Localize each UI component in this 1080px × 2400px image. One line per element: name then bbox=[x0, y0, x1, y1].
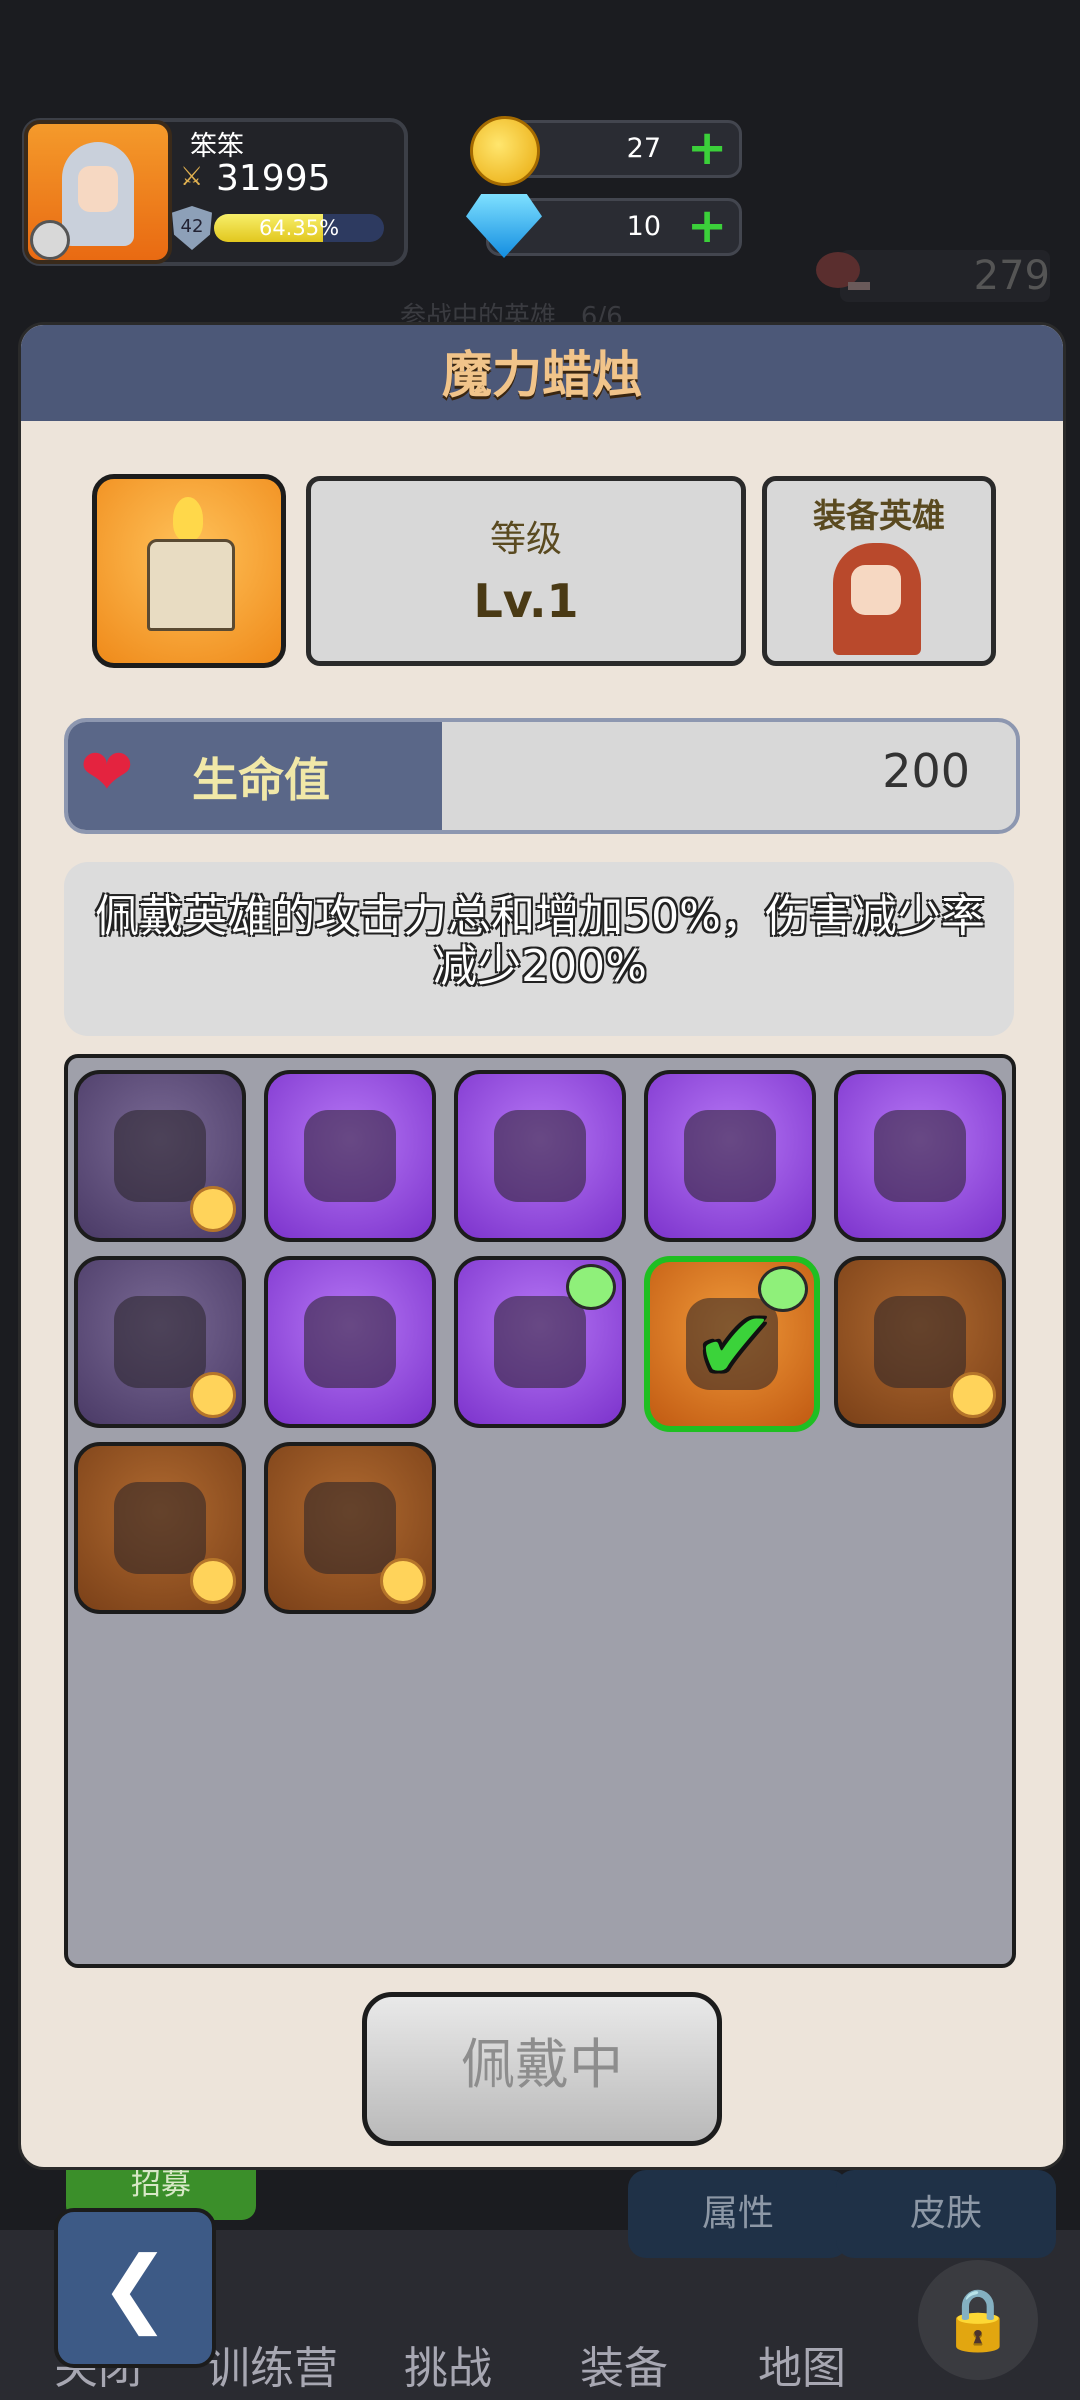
hero-chibi-icon bbox=[190, 1558, 236, 1604]
selected-check-icon: ✔ bbox=[694, 1290, 776, 1402]
heart-icon: ❤ bbox=[80, 736, 134, 810]
modal-title: 魔力蜡烛 bbox=[442, 346, 642, 404]
gold-ring-icon bbox=[304, 1296, 396, 1388]
player-avatar[interactable] bbox=[24, 120, 172, 264]
crossed-swords-icon: ⚔ bbox=[180, 162, 204, 192]
meat-value: 279 bbox=[973, 253, 1050, 299]
level-label: 等级 bbox=[489, 519, 562, 560]
hp-stat-value: 200 bbox=[882, 744, 970, 798]
hero-face bbox=[851, 565, 901, 615]
coin-value: 27 bbox=[626, 133, 661, 164]
magic-candle-item-icon bbox=[92, 474, 286, 668]
back-button[interactable]: ❮ bbox=[54, 2208, 216, 2368]
spiked-claw-icon bbox=[874, 1110, 966, 1202]
arrow-quiver-icon bbox=[494, 1296, 586, 1388]
leaf-bracer-icon bbox=[874, 1296, 966, 1388]
level-value: Lv.1 bbox=[473, 574, 579, 628]
equipment-slot-magic-candle[interactable]: ✔ bbox=[644, 1256, 820, 1432]
equipment-slot-gold-ring[interactable] bbox=[264, 1256, 436, 1428]
nav-challenge[interactable]: 挑战 bbox=[404, 2332, 492, 2396]
gem-value: 10 bbox=[626, 211, 661, 242]
candle-flame-icon bbox=[173, 497, 203, 541]
tab-attributes[interactable]: 属性 bbox=[628, 2170, 848, 2258]
equipment-slot-leaf-bracer[interactable] bbox=[834, 1256, 1006, 1428]
add-coins-plus-icon[interactable]: + bbox=[687, 124, 727, 172]
hero-chibi-icon bbox=[380, 1558, 426, 1604]
tab-attributes-label: 属性 bbox=[701, 2193, 774, 2234]
level-box bbox=[306, 476, 746, 666]
equip-hero-label: 装备英雄 bbox=[813, 496, 945, 535]
tab-skins[interactable]: 皮肤 bbox=[836, 2170, 1056, 2258]
nav-training-camp[interactable]: 训练营 bbox=[206, 2332, 338, 2396]
tab-skins-label: 皮肤 bbox=[909, 2193, 982, 2234]
equipment-slot-fur-boot[interactable] bbox=[264, 1070, 436, 1242]
item-description: 佩戴英雄的攻击力总和增加50%，伤害减少率减少200% bbox=[95, 891, 985, 992]
nav-equipment[interactable]: 装备 bbox=[580, 2332, 668, 2396]
green-claw-icon bbox=[684, 1110, 776, 1202]
equipment-slot-green-claw[interactable] bbox=[644, 1070, 816, 1242]
avatar-face bbox=[78, 166, 118, 212]
hero-chibi-icon bbox=[190, 1372, 236, 1418]
hero-chibi-icon bbox=[950, 1372, 996, 1418]
stone-gauntlet-icon bbox=[114, 1110, 206, 1202]
xp-percent: 64.35% bbox=[258, 216, 340, 240]
candle-icon bbox=[147, 539, 235, 631]
hp-stat-label: 生命值 bbox=[192, 753, 330, 807]
wearing-button[interactable]: 佩戴中 bbox=[362, 1992, 722, 2146]
green-wing-icon bbox=[566, 1264, 616, 1310]
equipment-slot-sword-stand[interactable] bbox=[264, 1442, 436, 1614]
meat-icon bbox=[808, 246, 878, 302]
add-gems-plus-icon[interactable]: + bbox=[687, 202, 727, 250]
equipment-slot-stone-gauntlet[interactable] bbox=[74, 1070, 246, 1242]
equipment-slot-spiked-belt[interactable] bbox=[74, 1442, 246, 1614]
nav-map[interactable]: 地图 bbox=[758, 2332, 846, 2396]
player-power: 31995 bbox=[216, 158, 331, 199]
fur-boot-icon bbox=[304, 1110, 396, 1202]
equipment-slot-arrow-quiver[interactable] bbox=[454, 1256, 626, 1428]
locked-feature-lock-icon[interactable]: 🔒 bbox=[918, 2260, 1038, 2380]
equipment-slot-jeweled-ring[interactable] bbox=[454, 1070, 626, 1242]
jeweled-ring-icon bbox=[494, 1110, 586, 1202]
equipment-slot-dark-cloak[interactable] bbox=[74, 1256, 246, 1428]
hero-chibi-icon bbox=[190, 1186, 236, 1232]
gold-coin-icon bbox=[470, 116, 540, 186]
equipped-hero-box[interactable]: 装备英雄 bbox=[762, 476, 996, 666]
spiked-belt-icon bbox=[114, 1482, 206, 1574]
wearing-button-label: 佩戴中 bbox=[461, 2033, 623, 2096]
dark-cloak-icon bbox=[114, 1296, 206, 1388]
xp-progress-bar: 64.35% bbox=[214, 214, 384, 242]
settings-gear-icon[interactable] bbox=[30, 220, 70, 260]
equipment-slot-spiked-claw[interactable] bbox=[834, 1070, 1006, 1242]
sword-stand-icon bbox=[304, 1482, 396, 1574]
back-arrow-icon: ❮ bbox=[99, 2238, 171, 2336]
